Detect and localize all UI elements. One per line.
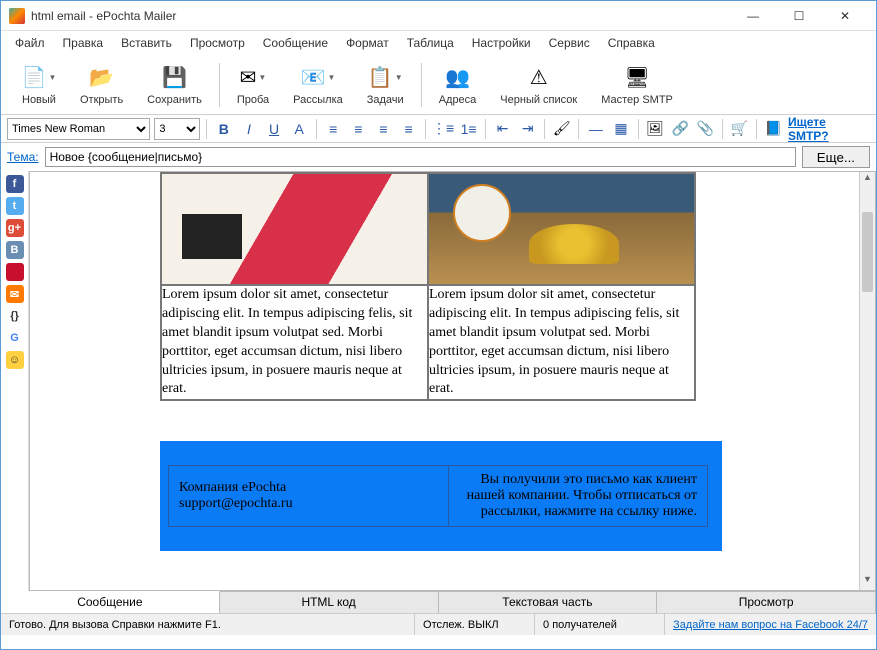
- мастер smtp-icon: 🖥: [623, 64, 651, 92]
- social-sidebar: ft g+ В ✉ {} G ☺: [1, 171, 29, 591]
- line-button[interactable]: —: [585, 118, 606, 140]
- ribbon-проба[interactable]: ✉▼Проба: [226, 61, 280, 109]
- ribbon-toolbar: 📄▼Новый📂Открыть💾Сохранить ✉▼Проба📧▼Рассыл…: [1, 55, 876, 115]
- indent-button[interactable]: ⇥: [517, 118, 538, 140]
- content-table[interactable]: Lorem ipsum dolor sit amet, consectetur …: [160, 172, 696, 401]
- more-button[interactable]: Еще...: [802, 146, 870, 168]
- subject-bar: Тема: Еще...: [1, 143, 876, 171]
- проба-icon: ✉▼: [239, 64, 267, 92]
- черный список-icon: ⚠: [525, 64, 553, 92]
- subject-input[interactable]: [45, 147, 796, 167]
- vertical-scrollbar[interactable]: ▲ ▼: [859, 172, 875, 590]
- font-size-select[interactable]: 3: [154, 118, 200, 140]
- menu-таблица[interactable]: Таблица: [399, 33, 462, 53]
- footer-company[interactable]: Компания ePochta support@epochta.ru: [169, 466, 449, 527]
- status-tracking: Отслеж. ВЫКЛ: [415, 614, 535, 635]
- status-bar: Готово. Для вызова Справки нажмите F1. О…: [1, 613, 876, 635]
- link-button[interactable]: 🔗: [670, 118, 691, 140]
- footer-block[interactable]: Компания ePochta support@epochta.ru Вы п…: [160, 441, 722, 551]
- outdent-button[interactable]: ⇤: [492, 118, 513, 140]
- ribbon-черный-список[interactable]: ⚠Черный список: [489, 61, 588, 109]
- tab-html-код[interactable]: HTML код: [220, 592, 439, 613]
- align-justify-button[interactable]: ≡: [398, 118, 419, 140]
- bold-button[interactable]: B: [213, 118, 234, 140]
- адреса-icon: 👥: [443, 64, 471, 92]
- image-cell-2[interactable]: [428, 173, 695, 285]
- ribbon-задачи[interactable]: 📋▼Задачи: [356, 61, 415, 109]
- footer-unsubscribe[interactable]: Вы получили это письмо как клиент нашей …: [449, 466, 708, 527]
- title-bar: html email - ePochta Mailer — ☐ ✕: [1, 1, 876, 31]
- рассылка-icon: 📧▼: [304, 64, 332, 92]
- mail-icon[interactable]: ✉: [6, 285, 24, 303]
- menu-файл[interactable]: Файл: [7, 33, 53, 53]
- format-toolbar: Times New Roman 3 B I U A ≡ ≡ ≡ ≡ ⋮≡ 1≡ …: [1, 115, 876, 143]
- status-facebook-link[interactable]: Задайте нам вопрос на Facebook 24/7: [665, 614, 876, 635]
- scroll-down-arrow[interactable]: ▼: [860, 574, 875, 590]
- menu-правка[interactable]: Правка: [55, 33, 112, 53]
- align-center-button[interactable]: ≡: [348, 118, 369, 140]
- editor-area[interactable]: Lorem ipsum dolor sit amet, consectetur …: [29, 171, 876, 591]
- minimize-button[interactable]: —: [730, 1, 776, 31]
- gplus-icon[interactable]: g+: [6, 219, 24, 237]
- scroll-up-arrow[interactable]: ▲: [860, 172, 875, 188]
- text-cell-2[interactable]: Lorem ipsum dolor sit amet, consectetur …: [428, 285, 695, 400]
- сохранить-icon: 💾: [161, 64, 189, 92]
- align-right-button[interactable]: ≡: [373, 118, 394, 140]
- view-tabs: СообщениеHTML кодТекстовая частьПросмотр: [1, 591, 876, 613]
- menu-сообщение[interactable]: Сообщение: [255, 33, 336, 53]
- app-icon: [9, 8, 25, 24]
- menu-bar: ФайлПравкаВставитьПросмотрСообщениеФорма…: [1, 31, 876, 55]
- google-icon[interactable]: G: [6, 329, 24, 347]
- image-button[interactable]: 🖼: [645, 118, 666, 140]
- smtp-link[interactable]: Ищете SMTP?: [788, 115, 866, 143]
- align-left-button[interactable]: ≡: [323, 118, 344, 140]
- ribbon-адреса[interactable]: 👥Адреса: [428, 61, 488, 109]
- menu-вставить[interactable]: Вставить: [113, 33, 180, 53]
- linkedin-icon[interactable]: [6, 263, 24, 281]
- maximize-button[interactable]: ☐: [776, 1, 822, 31]
- cartoon-duck-image: [429, 174, 694, 284]
- menu-формат[interactable]: Формат: [338, 33, 397, 53]
- status-recipients: 0 получателей: [535, 614, 665, 635]
- text-cell-1[interactable]: Lorem ipsum dolor sit amet, consectetur …: [161, 285, 428, 400]
- table-button[interactable]: ▦: [610, 118, 631, 140]
- ribbon-рассылка[interactable]: 📧▼Рассылка: [282, 61, 354, 109]
- image-cell-1[interactable]: [161, 173, 428, 285]
- italic-button[interactable]: I: [238, 118, 259, 140]
- close-button[interactable]: ✕: [822, 1, 868, 31]
- menu-просмотр[interactable]: Просмотр: [182, 33, 253, 53]
- ribbon-новый[interactable]: 📄▼Новый: [11, 61, 67, 109]
- ribbon-сохранить[interactable]: 💾Сохранить: [136, 61, 213, 109]
- menu-сервис[interactable]: Сервис: [541, 33, 598, 53]
- ribbon-мастер-smtp[interactable]: 🖥Мастер SMTP: [590, 61, 684, 109]
- tab-текстовая-часть[interactable]: Текстовая часть: [439, 592, 658, 613]
- menu-настройки[interactable]: Настройки: [464, 33, 539, 53]
- template-button[interactable]: 📘: [763, 118, 784, 140]
- новый-icon: 📄▼: [25, 64, 53, 92]
- ribbon-открыть[interactable]: 📂Открыть: [69, 61, 134, 109]
- twitter-icon[interactable]: t: [6, 197, 24, 215]
- subject-label[interactable]: Тема:: [7, 150, 39, 164]
- underline-button[interactable]: U: [263, 118, 284, 140]
- paint-button[interactable]: 🖌: [551, 118, 572, 140]
- smile-icon[interactable]: ☺: [6, 351, 24, 369]
- menu-справка[interactable]: Справка: [600, 33, 663, 53]
- attach-button[interactable]: 📎: [695, 118, 716, 140]
- cart-button[interactable]: 🛒: [729, 118, 750, 140]
- window-title: html email - ePochta Mailer: [31, 9, 730, 23]
- tab-сообщение[interactable]: Сообщение: [1, 591, 220, 613]
- list-bullet-button[interactable]: ⋮≡: [432, 118, 454, 140]
- facebook-icon[interactable]: f: [6, 175, 24, 193]
- list-number-button[interactable]: 1≡: [458, 118, 479, 140]
- vk-icon[interactable]: В: [6, 241, 24, 259]
- font-color-button[interactable]: A: [289, 118, 310, 140]
- laptop-woman-image: [162, 174, 427, 284]
- status-ready: Готово. Для вызова Справки нажмите F1.: [1, 614, 415, 635]
- scroll-thumb[interactable]: [862, 212, 873, 292]
- code-icon[interactable]: {}: [6, 307, 24, 325]
- tab-просмотр[interactable]: Просмотр: [657, 592, 876, 613]
- открыть-icon: 📂: [88, 64, 116, 92]
- задачи-icon: 📋▼: [371, 64, 399, 92]
- font-select[interactable]: Times New Roman: [7, 118, 150, 140]
